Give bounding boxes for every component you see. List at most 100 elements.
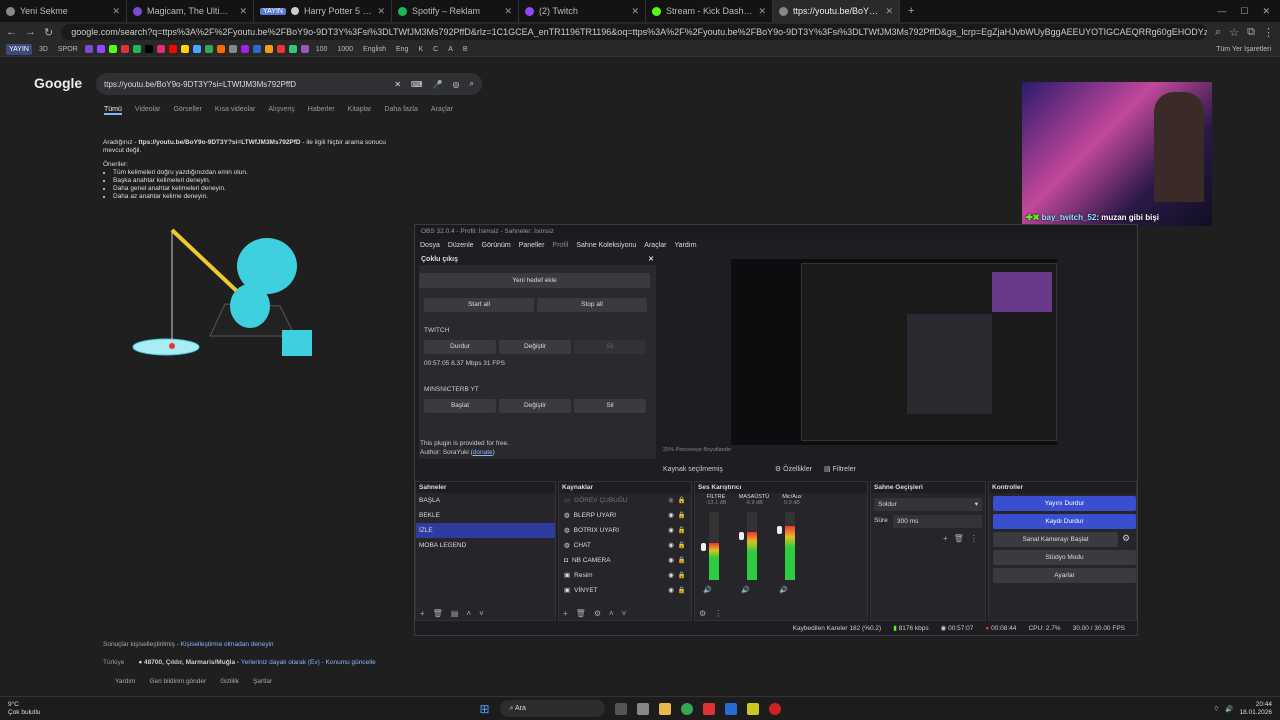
- start-virtual-camera-button[interactable]: Sanal Kamerayı Başlat: [993, 532, 1118, 547]
- menu-icon[interactable]: ⋮: [1263, 26, 1274, 39]
- menu-help[interactable]: Yardım: [674, 242, 696, 249]
- bookmark-favicon-icon[interactable]: [228, 45, 237, 53]
- bookmark-favicon-icon[interactable]: [180, 45, 189, 53]
- lock-icon[interactable]: 🔒: [678, 508, 686, 523]
- scene-item[interactable]: BAŞLA: [416, 493, 555, 508]
- bookmark-item[interactable]: SPOR: [55, 44, 81, 55]
- windows-start-icon[interactable]: ⊞: [479, 702, 489, 716]
- volume-icon[interactable]: 🔊: [1225, 705, 1233, 713]
- browser-tab[interactable]: Spotify – Reklam ✕: [392, 0, 519, 22]
- google-search-box[interactable]: ttps://youtu.be/BoY9o-9DT3Y?si=LTWfJM3Ms…: [96, 73, 482, 95]
- eye-icon[interactable]: ◉: [668, 538, 674, 553]
- source-item[interactable]: ◍ BLERP UYARI ◉ 🔒: [559, 508, 691, 523]
- minimize-icon[interactable]: —: [1217, 6, 1226, 17]
- bookmark-favicon-icon[interactable]: [216, 45, 225, 53]
- browser-tab[interactable]: Stream - Kick Dashboard ✕: [646, 0, 773, 22]
- bookmark-item[interactable]: English: [360, 44, 389, 55]
- close-icon[interactable]: ✕: [377, 6, 385, 17]
- browser-tab[interactable]: Magicam, The Ultimate Real-Ti ✕: [127, 0, 254, 22]
- bookmark-favicon-icon[interactable]: [144, 45, 153, 53]
- bookmark-item[interactable]: B: [460, 44, 471, 55]
- tab-tools[interactable]: Araçlar: [431, 106, 453, 115]
- bookmark-favicon-icon[interactable]: [288, 45, 297, 53]
- bookmark-favicon-icon[interactable]: [300, 45, 309, 53]
- search-icon[interactable]: ⌕: [470, 79, 474, 89]
- forward-icon[interactable]: →: [25, 26, 36, 38]
- privacy-link[interactable]: Gizlilik: [220, 678, 239, 685]
- bookmark-item[interactable]: 1000: [334, 44, 356, 55]
- close-icon[interactable]: ✕: [648, 254, 654, 265]
- obs-preview-canvas[interactable]: [731, 259, 1057, 445]
- eye-icon[interactable]: ◉: [668, 583, 674, 598]
- eye-icon[interactable]: ◉: [668, 568, 674, 583]
- transition-select[interactable]: Soldur ▾: [874, 498, 982, 511]
- extensions-icon[interactable]: ⧉: [1247, 26, 1255, 39]
- chevron-up-icon[interactable]: ˄: [609, 609, 614, 618]
- delete-button[interactable]: Sil: [574, 340, 646, 354]
- studio-mode-button[interactable]: Stüdyo Modu: [993, 550, 1136, 565]
- source-item[interactable]: ◍ BOTRIX UYARI ◉ 🔒: [559, 523, 691, 538]
- more-icon[interactable]: ⋮: [970, 534, 978, 543]
- close-icon[interactable]: ✕: [885, 6, 893, 17]
- new-tab-button[interactable]: +: [900, 5, 922, 17]
- mail-icon[interactable]: [724, 702, 737, 715]
- settings-button[interactable]: Ayarlar: [993, 568, 1136, 583]
- lock-icon[interactable]: 🔒: [678, 538, 686, 553]
- more-icon[interactable]: ⋮: [714, 609, 722, 618]
- start-all-button[interactable]: Start all: [424, 298, 534, 312]
- chevron-down-icon[interactable]: ˅: [622, 609, 627, 618]
- stop-streaming-button[interactable]: Yayını Durdur: [993, 496, 1136, 511]
- google-logo[interactable]: Google: [34, 75, 82, 91]
- gear-icon[interactable]: ⚙: [1122, 533, 1130, 544]
- close-icon[interactable]: ✕: [504, 6, 512, 17]
- keyboard-icon[interactable]: ⌨: [411, 80, 423, 89]
- edit-button[interactable]: Değiştir: [499, 399, 571, 413]
- bookmark-favicon-icon[interactable]: [276, 45, 285, 53]
- eye-icon[interactable]: ◉: [668, 523, 674, 538]
- duration-input[interactable]: 300 ms: [893, 515, 982, 528]
- source-item[interactable]: ▣ Resim ◉ 🔒: [559, 568, 691, 583]
- menu-edit[interactable]: Düzenle: [448, 242, 474, 249]
- lock-icon[interactable]: 🔒: [678, 583, 686, 598]
- help-link[interactable]: Yardım: [115, 678, 135, 685]
- lock-icon[interactable]: 🔒: [678, 568, 686, 583]
- search-input[interactable]: ttps://youtu.be/BoY9o-9DT3Y?si=LTWfJM3Ms…: [104, 80, 384, 89]
- stop-all-button[interactable]: Stop all: [537, 298, 647, 312]
- star-icon[interactable]: ☆: [1229, 26, 1239, 39]
- bookmark-favicon-icon[interactable]: [132, 45, 141, 53]
- eye-icon[interactable]: ◉: [668, 508, 674, 523]
- bookmark-favicon-icon[interactable]: [168, 45, 177, 53]
- bookmark-favicon-icon[interactable]: [192, 45, 201, 53]
- browser-tab[interactable]: Yeni Sekme ✕: [0, 0, 127, 22]
- search-icon[interactable]: ⌕: [1215, 26, 1221, 39]
- task-view-icon[interactable]: [614, 702, 627, 715]
- taskbar-search[interactable]: ⌕ Ara: [499, 700, 605, 717]
- trash-icon[interactable]: 🗑: [954, 534, 964, 543]
- url-input[interactable]: google.com/search?q=ttps%3A%2F%2Fyoutu.b…: [61, 24, 1208, 40]
- add-icon[interactable]: +: [420, 609, 425, 618]
- mic-icon[interactable]: 🎤: [433, 80, 443, 89]
- reload-icon[interactable]: ↻: [44, 26, 53, 39]
- scene-item-selected[interactable]: İZLE: [416, 523, 555, 538]
- chevron-up-icon[interactable]: ˄: [466, 609, 471, 618]
- browser-tab[interactable]: YAYIN Harry Potter 5 Zümrüdüanka Y ✕: [254, 0, 392, 22]
- app-icon[interactable]: [702, 702, 715, 715]
- all-bookmarks-folder[interactable]: Tüm Yer İşaretleri: [1213, 44, 1274, 55]
- bookmark-item[interactable]: C: [430, 44, 441, 55]
- update-location-link[interactable]: Yerleriniz dayalı olarak (Ev) - Konumu g…: [241, 659, 376, 666]
- tab-all[interactable]: Tümü: [104, 106, 122, 115]
- close-icon[interactable]: ✕: [631, 6, 639, 17]
- speaker-icon[interactable]: 🔊: [779, 586, 788, 594]
- lens-icon[interactable]: ◎: [453, 80, 460, 89]
- maximize-icon[interactable]: ☐: [1240, 6, 1248, 17]
- tab-more[interactable]: Daha fazla: [384, 106, 417, 115]
- opera-icon[interactable]: [768, 702, 781, 715]
- source-item[interactable]: ◍ CHAT ◉ 🔒: [559, 538, 691, 553]
- back-icon[interactable]: ←: [6, 26, 17, 38]
- browser-tab[interactable]: (2) Twitch ✕: [519, 0, 646, 22]
- bookmark-favicon-icon[interactable]: [240, 45, 249, 53]
- properties-button[interactable]: ⚙ Özellikler: [775, 465, 812, 473]
- stop-button[interactable]: Durdur: [424, 340, 496, 354]
- bookmark-favicon-icon[interactable]: [252, 45, 261, 53]
- feedback-link[interactable]: Geri bildirim gönder: [149, 678, 206, 685]
